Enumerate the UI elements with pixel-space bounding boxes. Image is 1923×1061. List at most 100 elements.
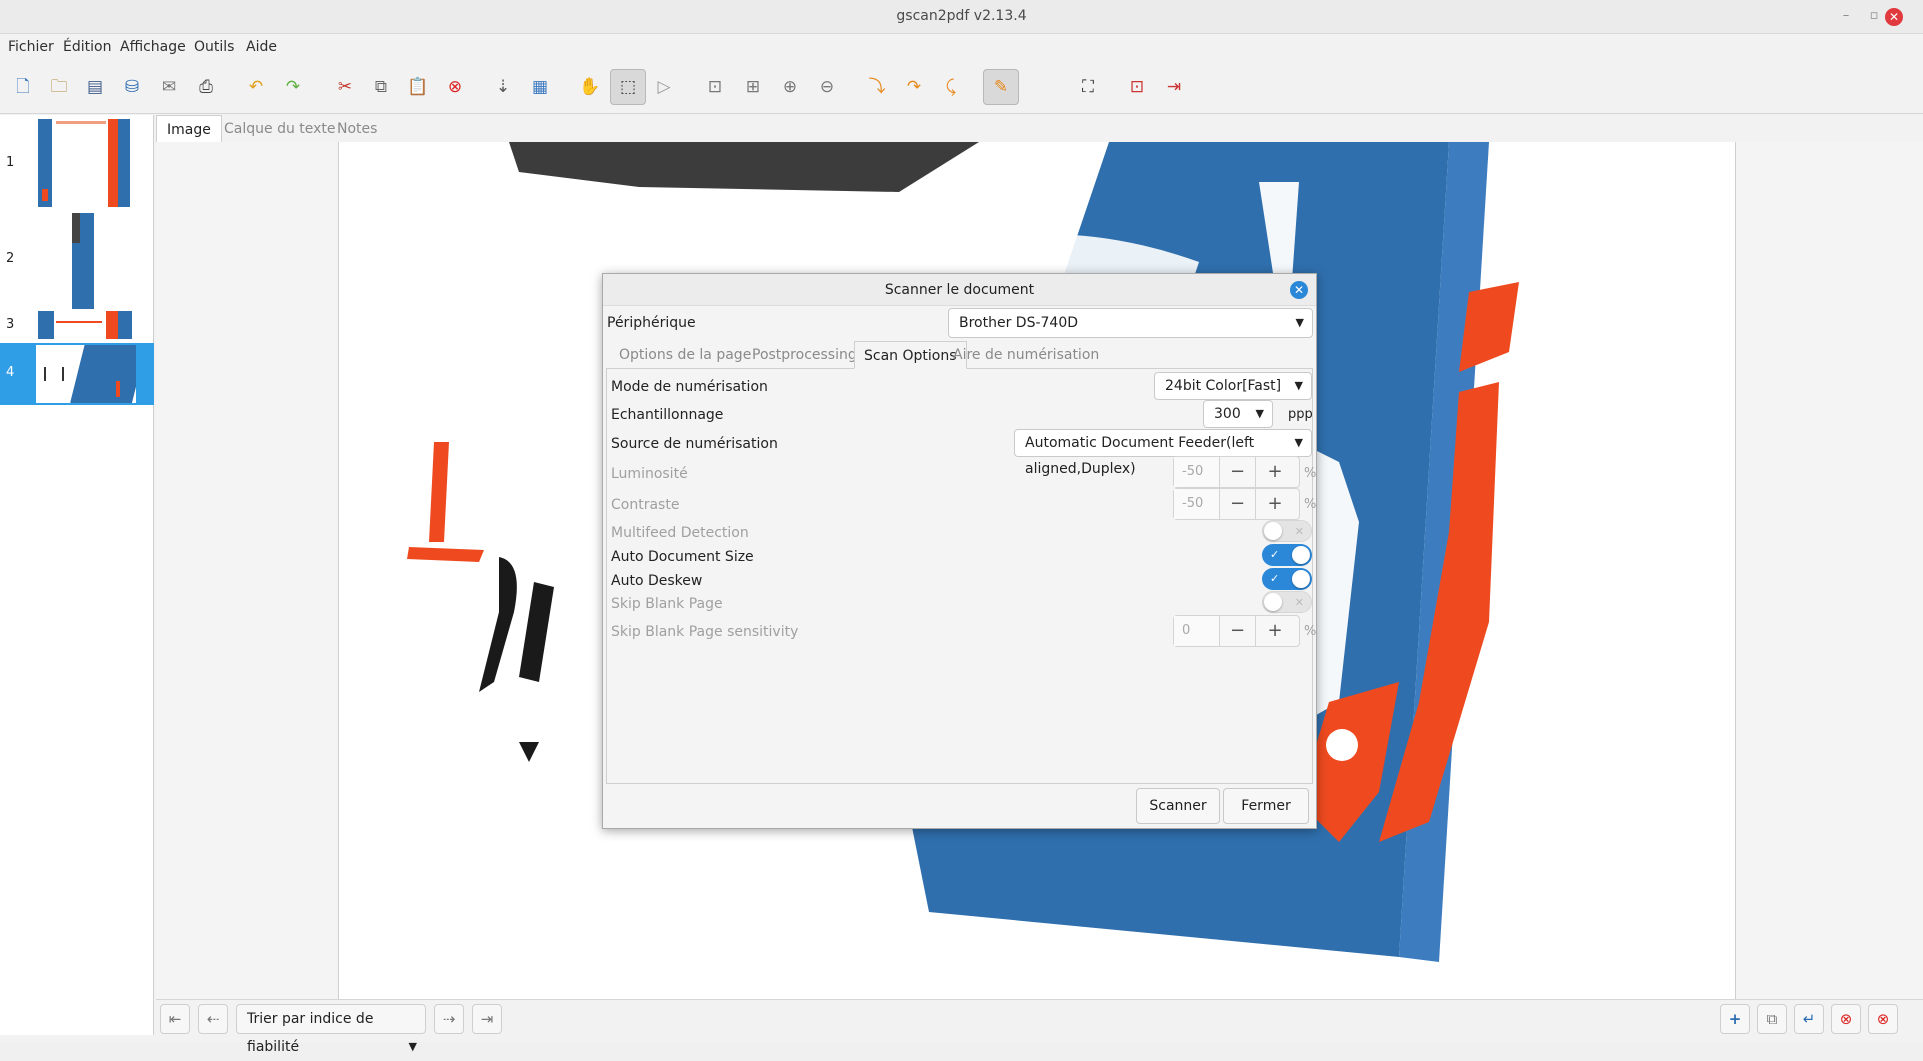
quit-icon[interactable]: ⇥ [1159, 72, 1189, 102]
device-select[interactable]: Brother DS-740D ▼ [948, 308, 1313, 338]
renumber-icon[interactable]: ⇣ [488, 72, 518, 102]
previous-page-icon[interactable]: ⇠ [198, 1004, 228, 1034]
scan-icon[interactable]: ▤ [80, 72, 110, 102]
thumbnail-image [68, 213, 98, 309]
resolution-select[interactable]: 300 ▼ [1203, 400, 1273, 428]
rotate-90-icon[interactable]: ⤵ [862, 72, 892, 102]
scan-button[interactable]: Scanner [1136, 788, 1220, 824]
thumbnail-item[interactable]: 2 [0, 211, 154, 309]
print-icon[interactable]: ⎙ [191, 72, 221, 102]
toggle-knob [1292, 546, 1310, 564]
thumbnail-image [36, 345, 136, 403]
multifeed-toggle[interactable]: ✕ [1262, 520, 1312, 542]
plus-icon[interactable]: + [1257, 457, 1293, 487]
zoom-100-icon[interactable]: ⊡ [700, 72, 730, 102]
menu-affichage[interactable]: Affichage [120, 34, 186, 60]
tab-scan-area[interactable]: Aire de numérisation [944, 341, 1108, 369]
menu-outils[interactable]: Outils [194, 34, 234, 60]
close-button[interactable]: Fermer [1223, 788, 1309, 824]
cross-icon: ✕ [1294, 525, 1304, 538]
scan-mode-select[interactable]: 24bit Color[Fast] ▼ [1154, 372, 1312, 400]
brightness-spinner[interactable]: -50 − + [1173, 456, 1300, 488]
select-all-icon[interactable]: ▦ [525, 72, 555, 102]
thumbnail-number: 2 [6, 251, 15, 266]
zoom-in-icon[interactable]: ⊕ [775, 72, 805, 102]
paste-icon[interactable]: 📋 [403, 72, 433, 102]
toggle-knob [1264, 593, 1282, 611]
check-icon: ✓ [1270, 572, 1280, 585]
device-value: Brother DS-740D [959, 315, 1079, 331]
minus-icon[interactable]: − [1220, 457, 1256, 487]
pan-tool-icon[interactable]: ✋ [575, 72, 605, 102]
copy-icon[interactable]: ⧉ [366, 72, 396, 102]
email-icon[interactable]: ✉ [154, 72, 184, 102]
first-page-icon[interactable]: ⇤ [160, 1004, 190, 1034]
delete-icon[interactable]: ⊗ [440, 72, 470, 102]
brightness-value[interactable]: -50 [1174, 457, 1220, 487]
last-page-icon[interactable]: ⇥ [472, 1004, 502, 1034]
dialog-close-button[interactable]: ✕ [1290, 281, 1308, 299]
zoom-out-icon[interactable]: ⊖ [812, 72, 842, 102]
new-document-icon[interactable]: 🗋 [8, 72, 38, 102]
auto-document-size-toggle[interactable]: ✓ [1262, 544, 1312, 566]
dialog-title: Scanner le document [884, 282, 1035, 298]
minus-icon[interactable]: − [1220, 489, 1256, 519]
thumbnail-item-selected[interactable]: 4 [0, 343, 154, 405]
plus-icon[interactable]: + [1257, 489, 1293, 519]
tab-text-layer[interactable]: Calque du texte [214, 115, 346, 143]
minus-icon[interactable]: − [1220, 616, 1256, 646]
brightness-unit: % [1304, 466, 1317, 481]
thumbnail-item[interactable]: 1 [0, 117, 154, 209]
bottom-toolbar: ⇤ ⇠ Trier par indice de fiabilité ▼ ⇢ ⇥ … [156, 999, 1923, 1055]
contrast-value[interactable]: -50 [1174, 489, 1220, 519]
tab-image[interactable]: Image [156, 115, 222, 143]
edit-text-icon[interactable]: ✎ [983, 69, 1019, 105]
plus-icon[interactable]: + [1257, 616, 1293, 646]
next-page-icon[interactable]: ⇢ [434, 1004, 464, 1034]
duplicate-icon[interactable]: ⧉ [1757, 1004, 1787, 1034]
play-icon[interactable]: ▷ [649, 72, 679, 102]
rotate-270-icon[interactable]: ⤹ [936, 72, 966, 102]
thumbnail-number: 1 [6, 155, 15, 170]
rotate-180-icon[interactable]: ↷ [899, 72, 929, 102]
redo-icon[interactable]: ↷ [278, 72, 308, 102]
auto-deskew-toggle[interactable]: ✓ [1262, 568, 1312, 590]
maximize-button[interactable]: ▫ [1861, 0, 1887, 32]
menu-edition[interactable]: Édition [63, 34, 111, 60]
skip-blank-sensitivity-value[interactable]: 0 [1174, 616, 1220, 646]
source-select[interactable]: Automatic Document Feeder(left aligned,D… [1014, 429, 1312, 477]
undo-icon[interactable]: ↶ [241, 72, 271, 102]
close-window-button[interactable]: ✕ [1885, 8, 1903, 26]
thumbnail-item[interactable]: 3 [0, 311, 154, 339]
cross-icon: ✕ [1294, 596, 1304, 609]
sort-dropdown-label: Trier par indice de fiabilité [247, 1011, 374, 1055]
zoom-fit-icon[interactable]: ⊞ [738, 72, 768, 102]
dialog-title-bar: Scanner le document ✕ [603, 274, 1316, 306]
view-tabs: Image Calque du texte Notes [156, 115, 1923, 143]
skip-blank-sensitivity-spinner[interactable]: 0 − + [1173, 615, 1300, 647]
cancel-all-icon[interactable]: ⊗ [1868, 1004, 1898, 1034]
menu-fichier[interactable]: Fichier [8, 34, 54, 60]
sort-dropdown[interactable]: Trier par indice de fiabilité ▼ [236, 1004, 426, 1055]
minimize-button[interactable]: – [1833, 0, 1859, 32]
scan-mode-label: Mode de numérisation [611, 379, 768, 395]
select-tool-icon[interactable]: ⬚ [610, 69, 646, 105]
cancel-icon[interactable]: ⊗ [1831, 1004, 1861, 1034]
unpaper-icon[interactable]: ⊡ [1122, 72, 1152, 102]
apply-icon[interactable]: ↵ [1794, 1004, 1824, 1034]
save-icon[interactable]: ⛁ [117, 72, 147, 102]
tab-postprocessing[interactable]: Postprocessing [743, 341, 866, 369]
contrast-spinner[interactable]: -50 − + [1173, 488, 1300, 520]
cut-icon[interactable]: ✂ [330, 72, 360, 102]
open-folder-icon[interactable]: 🗀 [44, 72, 74, 102]
auto-deskew-label: Auto Deskew [611, 573, 703, 589]
resolution-value: 300 [1214, 406, 1241, 422]
scan-dialog: Scanner le document ✕ Périphérique Broth… [602, 273, 1317, 829]
skip-blank-page-toggle[interactable]: ✕ [1262, 591, 1312, 613]
skip-blank-page-label: Skip Blank Page [611, 596, 723, 612]
tab-notes[interactable]: Notes [327, 115, 387, 143]
menu-aide[interactable]: Aide [246, 34, 277, 60]
tab-page-options[interactable]: Options de la page [610, 341, 760, 369]
crop-icon[interactable]: ⛶ [1073, 72, 1103, 102]
add-icon[interactable]: + [1720, 1004, 1750, 1034]
